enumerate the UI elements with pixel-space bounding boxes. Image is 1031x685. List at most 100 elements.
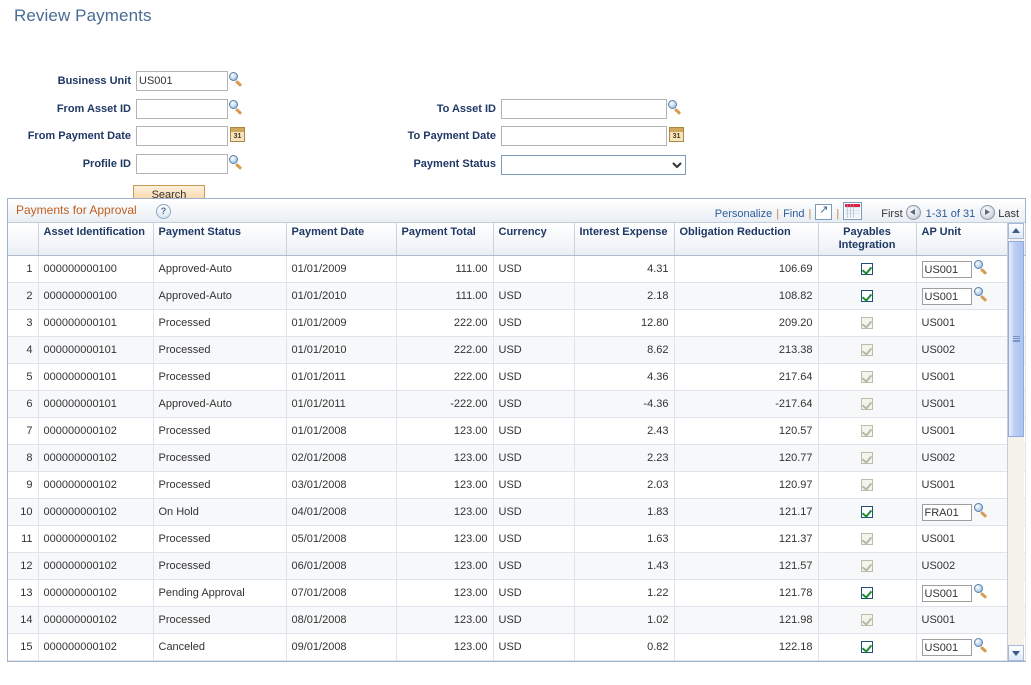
cell-interest-expense: 12.80 (574, 310, 674, 337)
payables-integration-checkbox[interactable] (861, 506, 873, 518)
pager-last-link[interactable]: Last (998, 208, 1019, 220)
find-link[interactable]: Find (783, 208, 804, 220)
help-icon[interactable]: ? (156, 204, 171, 219)
cell-payables-integration (818, 337, 916, 364)
grid-vertical-scrollbar[interactable] (1007, 223, 1024, 661)
ap-unit-lookup-icon[interactable] (974, 287, 990, 303)
payables-integration-checkbox[interactable] (861, 263, 873, 275)
cell-payment-status: Canceled (153, 634, 286, 661)
cell-payables-integration[interactable] (818, 634, 916, 661)
cell-payment-status: Processed (153, 445, 286, 472)
column-header-ap-unit[interactable]: AP Unit (916, 223, 1008, 256)
to-payment-date-calendar-icon[interactable] (669, 127, 685, 143)
ap-unit-input[interactable] (922, 261, 972, 278)
profile-id-lookup-icon[interactable] (229, 155, 245, 171)
cell-obligation-reduction: 121.17 (674, 499, 818, 526)
personalize-link[interactable]: Personalize (715, 208, 772, 220)
cell-currency: USD (493, 634, 574, 661)
table-row: 11000000000102Processed05/01/2008123.00U… (8, 526, 1025, 553)
payables-integration-checkbox[interactable] (861, 587, 873, 599)
cell-ap-unit[interactable] (916, 580, 1008, 607)
cell-payment-date: 01/01/2009 (286, 310, 396, 337)
scroll-up-icon[interactable] (1008, 223, 1024, 239)
row-number: 6 (8, 391, 38, 418)
table-header-row: Asset Identification Payment Status Paym… (8, 223, 1025, 256)
column-header-interest-expense[interactable]: Interest Expense (574, 223, 674, 256)
cell-asset-identification: 000000000101 (38, 391, 153, 418)
from-payment-date-calendar-icon[interactable] (230, 127, 246, 143)
view-all-icon[interactable] (815, 204, 832, 220)
next-page-icon[interactable] (980, 205, 995, 220)
ap-unit-lookup-icon[interactable] (974, 638, 990, 654)
cell-asset-identification: 000000000101 (38, 364, 153, 391)
column-header-obligation-reduction[interactable]: Obligation Reduction (674, 223, 818, 256)
row-number: 8 (8, 445, 38, 472)
table-row: 4000000000101Processed01/01/2010222.00US… (8, 337, 1025, 364)
payables-integration-checkbox[interactable] (861, 290, 873, 302)
cell-obligation-reduction: 120.57 (674, 418, 818, 445)
business-unit-lookup-icon[interactable] (229, 72, 245, 88)
ap-unit-input[interactable] (922, 504, 972, 521)
payments-grid: Payments for Approval ? Personalize|Find… (7, 198, 1026, 662)
cell-currency: USD (493, 580, 574, 607)
row-number: 2 (8, 283, 38, 310)
scrollbar-thumb[interactable] (1008, 241, 1024, 437)
cell-payment-status: Approved-Auto (153, 283, 286, 310)
column-header-payment-total[interactable]: Payment Total (396, 223, 493, 256)
table-row: 12000000000102Processed06/01/2008123.00U… (8, 553, 1025, 580)
table-row: 10000000000102On Hold04/01/2008123.00USD… (8, 499, 1025, 526)
previous-page-icon[interactable] (906, 205, 921, 220)
ap-unit-lookup-icon[interactable] (974, 260, 990, 276)
table-row: 2000000000100Approved-Auto01/01/2010111.… (8, 283, 1025, 310)
cell-payment-date: 03/01/2008 (286, 472, 396, 499)
column-header-payment-date[interactable]: Payment Date (286, 223, 396, 256)
to-asset-id-input[interactable] (501, 99, 667, 119)
download-to-excel-icon[interactable] (843, 202, 862, 220)
cell-payables-integration[interactable] (818, 499, 916, 526)
to-asset-id-lookup-icon[interactable] (668, 100, 684, 116)
cell-payment-date: 07/01/2008 (286, 580, 396, 607)
cell-payment-date: 01/01/2010 (286, 337, 396, 364)
ap-unit-lookup-icon[interactable] (974, 584, 990, 600)
payables-integration-checkbox[interactable] (861, 641, 873, 653)
column-header-payables-integration[interactable]: Payables Integration (818, 223, 916, 256)
cell-payment-date: 01/01/2010 (286, 283, 396, 310)
ap-unit-input[interactable] (922, 585, 972, 602)
table-row: 3000000000101Processed01/01/2009222.00US… (8, 310, 1025, 337)
profile-id-input[interactable] (136, 154, 228, 174)
payment-status-select[interactable]: Approved-AutoProcessedOn HoldPending App… (501, 155, 686, 175)
to-payment-date-input[interactable] (501, 126, 667, 146)
grid-title-bar: Payments for Approval ? Personalize|Find… (8, 199, 1025, 223)
cell-ap-unit[interactable] (916, 499, 1008, 526)
from-asset-id-lookup-icon[interactable] (229, 100, 245, 116)
cell-payment-total: 111.00 (396, 283, 493, 310)
from-payment-date-input[interactable] (136, 126, 228, 146)
column-header-currency[interactable]: Currency (493, 223, 574, 256)
ap-unit-lookup-icon[interactable] (974, 503, 990, 519)
cell-payment-status: Approved-Auto (153, 256, 286, 283)
cell-interest-expense: -4.36 (574, 391, 674, 418)
cell-payables-integration[interactable] (818, 256, 916, 283)
cell-ap-unit[interactable] (916, 634, 1008, 661)
column-header-payment-status[interactable]: Payment Status (153, 223, 286, 256)
ap-unit-input[interactable] (922, 639, 972, 656)
grid-toolbar: Personalize|Find|| First1-31 of 31Last (715, 202, 1019, 220)
cell-payables-integration[interactable] (818, 283, 916, 310)
cell-payables-integration (818, 418, 916, 445)
cell-payables-integration[interactable] (818, 580, 916, 607)
pager-first-link[interactable]: First (881, 208, 902, 220)
scroll-down-icon[interactable] (1008, 645, 1024, 661)
cell-payment-total: 123.00 (396, 499, 493, 526)
business-unit-input[interactable] (136, 71, 228, 91)
cell-asset-identification: 000000000102 (38, 472, 153, 499)
cell-currency: USD (493, 256, 574, 283)
ap-unit-input[interactable] (922, 288, 972, 305)
cell-obligation-reduction: 213.38 (674, 337, 818, 364)
column-header-asset-identification[interactable]: Asset Identification (38, 223, 153, 256)
cell-ap-unit[interactable] (916, 256, 1008, 283)
ap-unit-value: US001 (922, 317, 956, 329)
cell-ap-unit[interactable] (916, 283, 1008, 310)
cell-obligation-reduction: 209.20 (674, 310, 818, 337)
cell-payment-total: 123.00 (396, 553, 493, 580)
from-asset-id-input[interactable] (136, 99, 228, 119)
